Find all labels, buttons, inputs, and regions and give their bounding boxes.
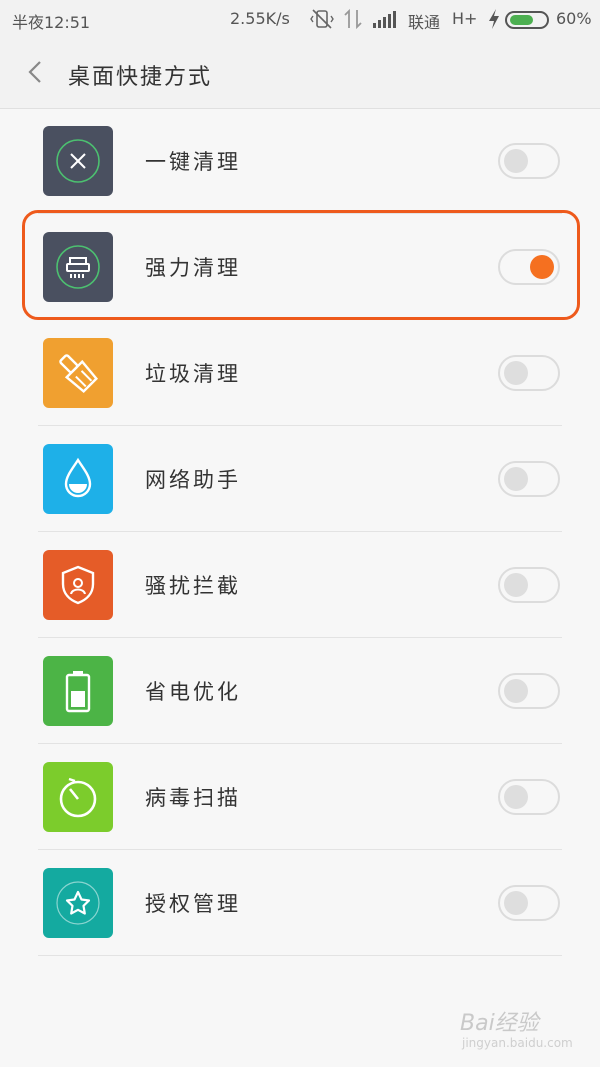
shortcut-toggle[interactable] (498, 673, 560, 709)
toggle-knob (504, 679, 528, 703)
list-item[interactable]: 一键清理 (0, 108, 600, 214)
watermark-logo: Bai经验 (460, 1011, 539, 1036)
list-item[interactable]: 骚扰拦截 (0, 532, 600, 638)
shortcut-toggle[interactable] (498, 249, 560, 285)
battery-percent: 60% (556, 9, 592, 28)
vibrate-off-icon (310, 9, 334, 29)
status-icons (310, 8, 398, 30)
close-circle-icon (43, 126, 113, 196)
status-bar: 半夜12:51 2.55K/s 联通 H+ 60% (0, 0, 600, 40)
list-item[interactable]: 省电优化 (0, 638, 600, 744)
shredder-icon (43, 232, 113, 302)
toggle-knob (504, 149, 528, 173)
page-title: 桌面快捷方式 (68, 65, 213, 90)
scan-circle-icon (43, 762, 113, 832)
app-header: 桌面快捷方式 (0, 40, 600, 109)
divider (38, 955, 562, 956)
item-label: 垃圾清理 (145, 362, 241, 386)
list-item[interactable]: 垃圾清理 (0, 320, 600, 426)
shortcut-toggle[interactable] (498, 567, 560, 603)
item-label: 网络助手 (145, 468, 241, 492)
shortcut-toggle[interactable] (498, 461, 560, 497)
toggle-knob (504, 361, 528, 385)
toggle-knob (504, 467, 528, 491)
toggle-knob (504, 785, 528, 809)
battery-icon (43, 656, 113, 726)
data-transfer-icon (344, 8, 362, 30)
water-drop-icon (43, 444, 113, 514)
shortcut-toggle[interactable] (498, 143, 560, 179)
list-item[interactable]: 病毒扫描 (0, 744, 600, 850)
signal-icon (373, 11, 396, 28)
battery-icon (505, 11, 549, 29)
shortcut-list: 一键清理强力清理垃圾清理网络助手骚扰拦截省电优化病毒扫描授权管理 (0, 108, 600, 956)
shortcut-toggle[interactable] (498, 355, 560, 391)
status-time: 半夜12:51 (12, 13, 91, 32)
list-item[interactable]: 强力清理 (0, 214, 600, 320)
item-label: 病毒扫描 (145, 786, 241, 810)
network-speed: 2.55K/s (230, 9, 290, 28)
broom-icon (43, 338, 113, 408)
item-label: 授权管理 (145, 892, 241, 916)
item-label: 省电优化 (145, 680, 241, 704)
carrier-name: 联通 (408, 13, 441, 32)
item-label: 一键清理 (145, 150, 241, 174)
shortcut-toggle[interactable] (498, 779, 560, 815)
toggle-knob (530, 255, 554, 279)
list-item[interactable]: 授权管理 (0, 850, 600, 956)
toggle-knob (504, 891, 528, 915)
battery-fill (510, 15, 533, 25)
list-item[interactable]: 网络助手 (0, 426, 600, 532)
toggle-knob (504, 573, 528, 597)
watermark-url: jingyan.baidu.com (462, 1036, 573, 1050)
network-type: H+ (452, 9, 478, 28)
back-button[interactable] (24, 60, 48, 84)
charging-icon (489, 9, 499, 29)
shortcut-toggle[interactable] (498, 885, 560, 921)
item-label: 骚扰拦截 (145, 574, 241, 598)
shield-user-icon (43, 550, 113, 620)
item-label: 强力清理 (145, 256, 241, 280)
star-circle-icon (43, 868, 113, 938)
